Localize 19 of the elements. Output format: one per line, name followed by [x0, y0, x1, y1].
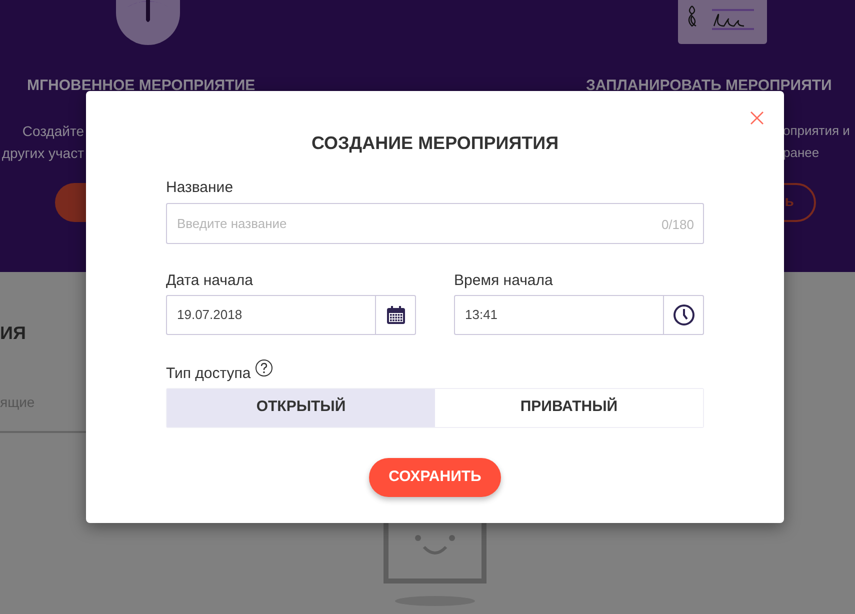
- card-title: ЗАПЛАНИРОВАТЬ МЕРОПРИЯТИ: [586, 76, 832, 96]
- field-label: Время начала: [454, 270, 554, 290]
- access-option[interactable]: ОТКРЫТЫЙ: [167, 388, 435, 426]
- card-description: ранее: [783, 144, 820, 162]
- field-label: Тип доступа: [166, 364, 251, 384]
- field-label: Название: [166, 178, 234, 198]
- close-icon: [749, 110, 765, 126]
- field-label: Дата начала: [166, 270, 254, 290]
- card-description: Создайте: [22, 122, 84, 141]
- card-description: других участ: [2, 144, 84, 163]
- dialog-title: СОЗДАНИЕ МЕРОПРИЯТИЯ: [310, 132, 560, 155]
- signature-icon: [678, 0, 767, 45]
- card-description: оприятия и: [783, 122, 850, 140]
- card-title: МГНОВЕННОЕ МЕРОПРИЯТИЕ: [27, 76, 256, 96]
- gauge-icon: [116, 0, 180, 45]
- section-title: ИЯ: [0, 322, 26, 345]
- help-icon[interactable]: [254, 359, 273, 377]
- character-counter: 0/180: [661, 216, 694, 234]
- close-button[interactable]: [749, 110, 765, 126]
